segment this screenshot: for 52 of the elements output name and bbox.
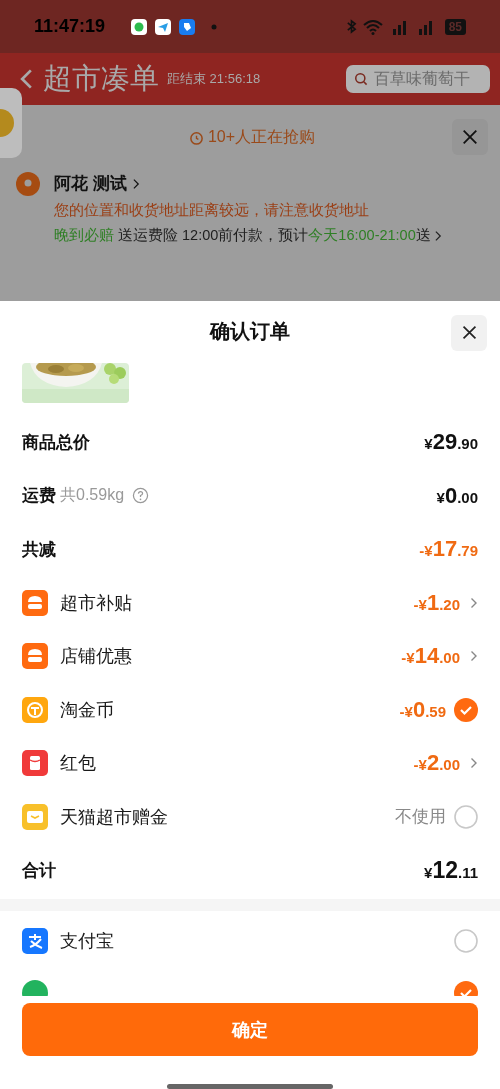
chevron-right-icon[interactable]: [470, 650, 478, 663]
discount-label: 淘金币: [60, 698, 114, 722]
discount-label: 天猫超市赠金: [60, 805, 168, 829]
chevron-right-icon: [132, 177, 140, 190]
wifi-icon: [362, 18, 383, 35]
close-icon: [460, 324, 478, 341]
chevron-right-icon[interactable]: [434, 229, 442, 242]
summary-label: 商品总价: [22, 431, 90, 454]
battery-level: 85: [444, 18, 466, 35]
radio-button[interactable]: [454, 804, 478, 829]
weight-note: 共0.59kg: [60, 485, 125, 506]
countdown-text: 距结束 21:56:18: [167, 70, 261, 89]
total-label: 合计: [22, 859, 56, 882]
dot-icon: [211, 23, 218, 30]
price-text: ¥0.00: [436, 482, 478, 509]
delivery-info: 晚到必赔 送运费险 12:00前付款，预计今天16:00-21:00送: [54, 226, 431, 246]
banner-label: 10+人正在抢购: [207, 126, 316, 147]
close-icon: [461, 128, 479, 147]
radio-button[interactable]: [454, 929, 478, 953]
checked-radio-icon[interactable]: [454, 697, 478, 722]
status-text: 不使用: [395, 806, 446, 829]
help-icon[interactable]: [132, 487, 150, 505]
search-field[interactable]: 百草味葡萄干: [346, 65, 490, 94]
payment-label: 支付宝: [60, 930, 114, 953]
address-link[interactable]: 阿花 测试: [54, 172, 442, 196]
discount-label: 店铺优惠: [60, 645, 132, 669]
tag-app-icon: [179, 18, 196, 35]
discount-label: 红包: [60, 752, 96, 776]
chevron-right-icon[interactable]: [470, 757, 478, 770]
total-price: ¥12.11: [424, 856, 478, 884]
paper-plane-icon: [155, 18, 172, 35]
chat-app-icon: [131, 18, 148, 35]
price-text: ¥29.90: [424, 429, 478, 456]
close-button[interactable]: [451, 314, 487, 351]
discount-amount: -¥14.00: [401, 643, 460, 670]
sheet-title: 确认订单: [210, 319, 290, 344]
summary-label: 运费: [22, 485, 56, 508]
back-icon[interactable]: [20, 68, 33, 91]
discount-label: 超市补贴: [60, 591, 132, 615]
bluetooth-icon: [345, 19, 357, 35]
discount-amount: -¥2.00: [413, 750, 460, 777]
summary-label: 共减: [22, 538, 56, 561]
discount-amount: -¥1.20: [413, 589, 460, 616]
address-warning: 您的位置和收货地址距离较远，请注意收货地址: [54, 201, 370, 221]
page-title: 超市凑单: [43, 61, 159, 97]
price-text: -¥17.79: [419, 536, 478, 563]
close-button[interactable]: [452, 119, 488, 156]
location-pin-icon: [16, 172, 40, 197]
chevron-right-icon[interactable]: [470, 596, 478, 609]
alarm-clock-icon: [188, 129, 204, 145]
discount-amount: -¥0.59: [399, 696, 446, 723]
clock-time: 11:47:19: [34, 16, 106, 38]
